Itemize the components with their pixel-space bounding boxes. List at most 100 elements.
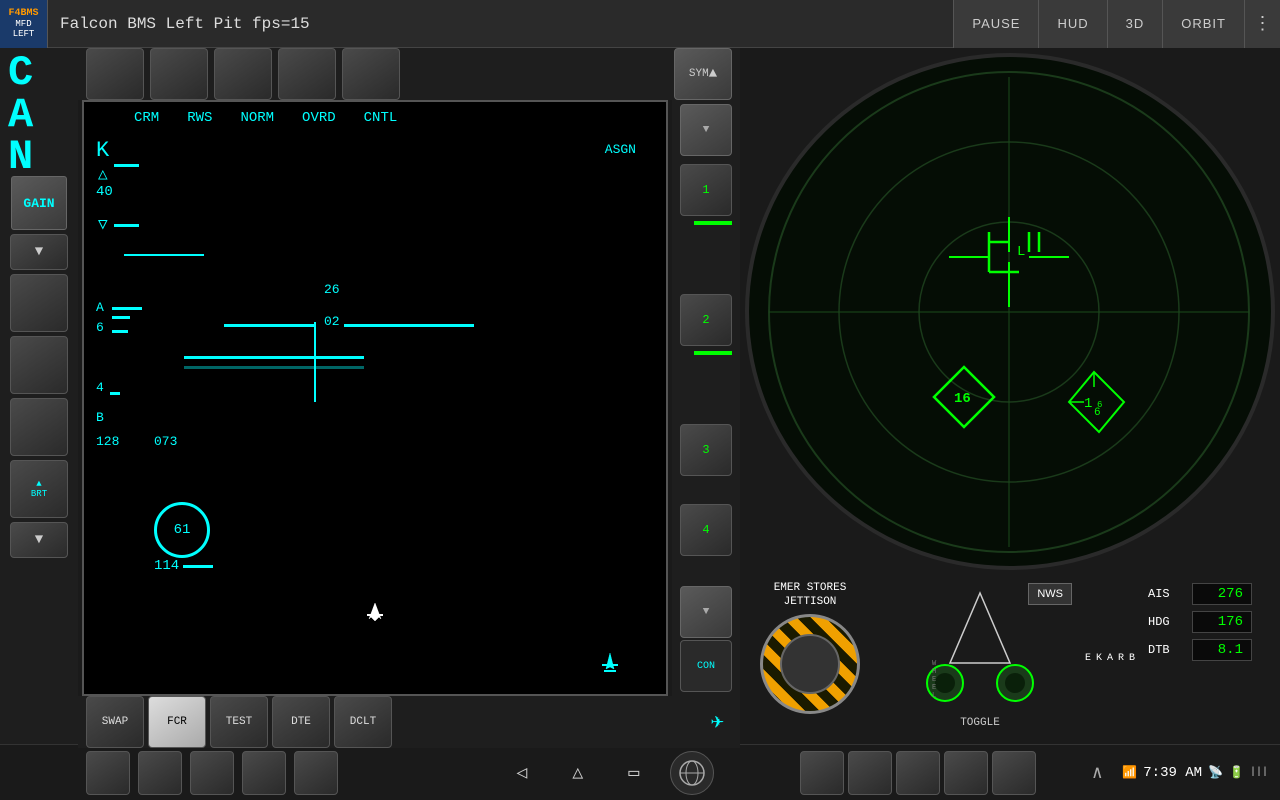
brt-label: BRT bbox=[31, 489, 47, 499]
triangle-up: △ bbox=[98, 164, 108, 184]
time-display: 7:39 AM bbox=[1143, 765, 1202, 781]
battery-icon: 🔋 bbox=[1229, 765, 1244, 780]
fcr-top-btn-4[interactable] bbox=[278, 48, 336, 100]
jettison-button[interactable] bbox=[760, 614, 860, 714]
hud-button[interactable]: HUD bbox=[1038, 0, 1106, 48]
app-icon: F4BMS MFD LEFT bbox=[0, 0, 48, 48]
gain-down-arrow[interactable]: ▼ bbox=[10, 234, 68, 270]
swap-button[interactable]: SWAP bbox=[86, 696, 144, 748]
signal-bars: ||| bbox=[1250, 767, 1268, 778]
emer-stores-title: EMER STORESJETTISON bbox=[774, 581, 847, 610]
sbrakes-text: SBRAKES bbox=[1072, 653, 1149, 666]
signal-icon: 📡 bbox=[1208, 765, 1223, 780]
side-button-2[interactable] bbox=[10, 336, 68, 394]
radar-nav-btn-5[interactable] bbox=[992, 751, 1036, 795]
svg-text:E: E bbox=[932, 676, 936, 684]
back-button[interactable]: ◁ bbox=[502, 753, 542, 793]
brt-down-arrow[interactable]: ▼ bbox=[10, 522, 68, 558]
fcr-numbered-btns: 1 2 3 4 bbox=[680, 164, 732, 584]
fcr-bot-nav-btn-4[interactable] bbox=[242, 751, 286, 795]
fcr-top-btn-group bbox=[86, 48, 400, 100]
radar-display: ◣ ◢ ◤ ◥ ▮A ○ /\ bbox=[745, 53, 1275, 570]
svg-text:E: E bbox=[932, 684, 936, 692]
green-indicator-1 bbox=[694, 221, 732, 225]
fcr-top-btn-2[interactable] bbox=[150, 48, 208, 100]
fcr-top-btn-3[interactable] bbox=[214, 48, 272, 100]
b-label: B bbox=[96, 410, 104, 425]
fcr-numbered-btn-3[interactable]: 3 bbox=[680, 424, 732, 476]
brt-button[interactable]: ▲ BRT bbox=[10, 460, 68, 518]
nws-button[interactable]: NWS bbox=[1028, 583, 1072, 605]
corner-br: ◥ bbox=[1251, 532, 1263, 558]
fcr-display-area: ▼ 1 2 3 bbox=[78, 100, 740, 696]
fcr-down-arrow-bot[interactable]: ▼ bbox=[680, 586, 732, 638]
k-label: K bbox=[96, 138, 109, 163]
aircraft-display: W H E E L NWS TOGGLE bbox=[880, 575, 1080, 744]
recent-button[interactable]: ▭ bbox=[614, 753, 654, 793]
num-02: 02 bbox=[324, 314, 340, 329]
a-bar bbox=[112, 307, 142, 310]
alt-40-label: 40 bbox=[96, 184, 113, 200]
fcr-numbered-btn-4[interactable]: 4 bbox=[680, 504, 732, 556]
gain-button[interactable]: GAIN bbox=[11, 176, 67, 230]
fcr-down-arrow-top[interactable]: ▼ bbox=[680, 104, 732, 156]
orbit-button[interactable]: ORBIT bbox=[1162, 0, 1244, 48]
fcr-numbered-btn-2[interactable]: 2 bbox=[680, 294, 732, 346]
home-button[interactable]: △ bbox=[558, 753, 598, 793]
svg-text:16: 16 bbox=[954, 391, 971, 407]
fcr-top-btn-1[interactable] bbox=[86, 48, 144, 100]
num-26: 26 bbox=[324, 282, 340, 297]
dtb-label: DTB bbox=[1148, 643, 1186, 657]
radar-nav-btn-3[interactable] bbox=[896, 751, 940, 795]
side-button-1[interactable] bbox=[10, 274, 68, 332]
sym-button[interactable]: SYM▲ bbox=[674, 48, 732, 100]
fcr-mode-ovrd: OVRD bbox=[302, 110, 336, 126]
globe-button[interactable] bbox=[670, 751, 714, 795]
pause-button[interactable]: PAUSE bbox=[953, 0, 1038, 48]
ais-label: AIS bbox=[1148, 587, 1186, 601]
fcr-button[interactable]: FCR bbox=[148, 696, 206, 748]
3d-button[interactable]: 3D bbox=[1107, 0, 1163, 48]
radar-nav-btn-4[interactable] bbox=[944, 751, 988, 795]
wifi-icon: 📶 bbox=[1122, 765, 1137, 780]
radar-nav-btns bbox=[792, 751, 1072, 795]
fcr-numbered-btn-1[interactable]: 1 bbox=[680, 164, 732, 216]
radar-nav-btn-1[interactable] bbox=[800, 751, 844, 795]
scan-bar-left bbox=[224, 324, 314, 327]
side-button-3[interactable] bbox=[10, 398, 68, 456]
fcr-mode-rws: RWS bbox=[187, 110, 212, 126]
globe-icon bbox=[678, 759, 706, 787]
fcr-bot-btn-group: SWAP FCR TEST DTE DCLT bbox=[86, 696, 392, 748]
fcr-bot-nav-btn-3[interactable] bbox=[190, 751, 234, 795]
radar-nav-btn-2[interactable] bbox=[848, 751, 892, 795]
a-label: A bbox=[96, 300, 104, 315]
range-3-label: 3 bbox=[702, 443, 709, 457]
svg-text:H: H bbox=[932, 668, 936, 676]
ais-value: 276 bbox=[1192, 583, 1252, 605]
fcr-bot-nav-btn-2[interactable] bbox=[138, 751, 182, 795]
fcr-btn-3-area: 3 bbox=[680, 424, 732, 504]
fcr-btn-1-area: 1 bbox=[680, 164, 732, 294]
dtb-value: 8.1 bbox=[1192, 639, 1252, 661]
more-options-button[interactable]: ⋮ bbox=[1244, 0, 1280, 48]
hdg-row: HDG 176 bbox=[1148, 611, 1272, 633]
dte-button[interactable]: DTE bbox=[272, 696, 330, 748]
corner-tr: ◢ bbox=[1251, 65, 1263, 91]
system-nav: ◁ △ ▭ bbox=[423, 751, 792, 795]
con-button[interactable]: CON bbox=[680, 640, 732, 692]
fcr-bot-nav-btn-1[interactable] bbox=[86, 751, 130, 795]
app-icon-left: LEFT bbox=[13, 29, 35, 39]
scan-line-2 bbox=[184, 356, 364, 359]
hdg-label: HDG bbox=[1148, 615, 1186, 629]
fcr-mode-cntl: CNTL bbox=[364, 110, 398, 126]
dclt-button[interactable]: DCLT bbox=[334, 696, 392, 748]
right-panel: ◣ ◢ ◤ ◥ ▮A ○ /\ bbox=[740, 48, 1280, 744]
fcr-display: CRM RWS NORM OVRD CNTL ASGN K △ bbox=[82, 100, 668, 696]
fcr-bot-nav-btn-5[interactable] bbox=[294, 751, 338, 795]
plane-symbol-bottom: ✈ bbox=[711, 709, 732, 735]
fcr-top-btn-5[interactable] bbox=[342, 48, 400, 100]
svg-text:L: L bbox=[1017, 244, 1025, 260]
test-button[interactable]: TEST bbox=[210, 696, 268, 748]
fcr-content: CRM RWS NORM OVRD CNTL ASGN K △ bbox=[84, 102, 666, 694]
topbar: F4BMS MFD LEFT Falcon BMS Left Pit fps=1… bbox=[0, 0, 1280, 48]
